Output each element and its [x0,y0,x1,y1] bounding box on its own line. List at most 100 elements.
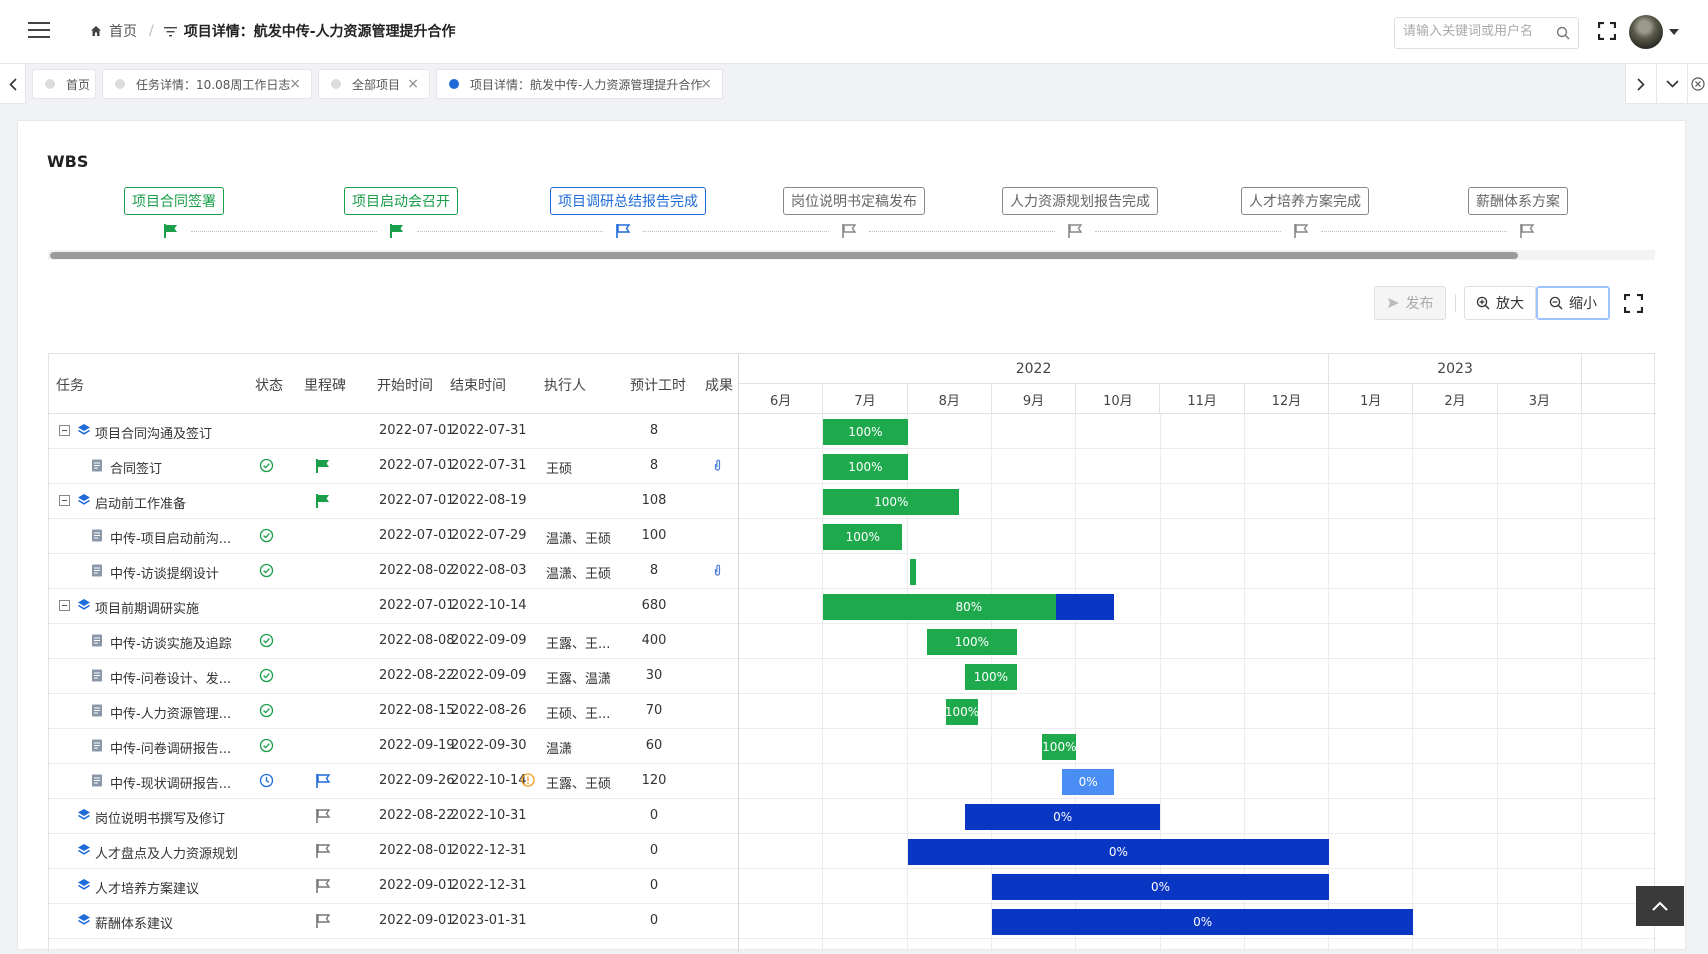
milestone-label[interactable]: 项目启动会召开 [344,187,458,215]
task-name[interactable]: 中传-访谈提纲设计 [110,563,219,582]
task-name[interactable]: 中传-问卷调研报告... [110,738,231,757]
task-name[interactable]: 薪酬体系建议 [95,913,173,932]
table-row[interactable]: 人才培养方案建议 2022-09-01 2022-12-31 0 [49,869,739,904]
milestone-label[interactable]: 项目合同签署 [124,187,224,215]
gantt-bar[interactable]: 100% [1042,734,1077,760]
fullscreen-icon[interactable] [1598,22,1616,40]
col-hours[interactable]: 预计工时 [630,375,686,395]
layers-icon [78,494,90,505]
task-name[interactable]: 中传-项目启动前沟... [110,528,231,547]
avatar[interactable] [1629,15,1663,49]
gantt-bar-label: 100% [1042,740,1077,754]
milestone-label[interactable]: 项目调研总结报告完成 [550,187,706,215]
milestone-connector [191,231,377,232]
gantt-bar[interactable]: 100% [823,489,960,515]
milestone-label[interactable]: 薪酬体系方案 [1468,187,1568,215]
gantt-fullscreen-icon[interactable] [1624,294,1643,313]
gantt-bar[interactable]: 0% [1062,769,1115,795]
col-end[interactable]: 结束时间 [450,375,506,395]
gantt-bar[interactable]: 100% [823,419,908,445]
tab-home[interactable]: 首页 [32,69,96,99]
collapse-toggle-icon[interactable] [59,495,70,506]
tab-task-detail[interactable]: 任务详情：10.08周工作日志 × [102,69,312,99]
attachment-icon [714,459,721,471]
task-name[interactable]: 人才盘点及人力资源规划 [95,843,238,862]
table-row[interactable]: 中传-问卷调研报告... 2022-09-19 2022-09-30 温潇 60 [49,729,739,764]
task-name[interactable]: 合同签订 [110,458,162,477]
task-name[interactable]: 启动前工作准备 [95,493,186,512]
gantt-bar[interactable]: 0% [964,804,1161,830]
col-task[interactable]: 任务 [56,375,84,395]
close-icon[interactable]: × [700,76,712,92]
table-row[interactable]: 人才盘点及人力资源规划 2022-08-01 2022-12-31 0 [49,834,739,869]
zoom-in-icon [1476,296,1490,310]
cell-hours: 8 [649,423,659,438]
search-icon[interactable] [1556,26,1570,40]
menu-icon[interactable] [28,22,50,38]
publish-button[interactable]: 发布 [1374,286,1446,320]
tabs-bar: 首页 任务详情：10.08周工作日志 × 全部项目 × 项目详情：航发中传-人力… [0,64,1708,104]
gantt-bar[interactable]: 100% [945,699,979,725]
gantt-bar[interactable]: 80% [823,594,1115,620]
zoom-out-button[interactable]: 缩小 [1536,286,1610,320]
task-name[interactable]: 中传-现状调研报告... [110,773,231,792]
table-row[interactable]: 薪酬体系建议 2022-09-01 2023-01-31 0 [49,904,739,939]
gantt-bar[interactable]: 0% [907,839,1330,865]
task-name[interactable]: 项目合同沟通及签订 [95,423,212,442]
gantt-row: 100% [739,729,1656,764]
zoom-in-button[interactable]: 放大 [1464,286,1536,320]
task-name[interactable]: 中传-访谈实施及追踪 [110,633,232,652]
gantt-bar-label: 0% [1108,845,1128,859]
scrollbar-thumb[interactable] [50,252,1518,259]
tabs-scroll-right[interactable] [1625,64,1656,104]
close-icon[interactable]: × [289,76,301,92]
table-row[interactable]: 启动前工作准备 2022-07-01 2022-08-19 108 [49,484,739,519]
gantt-bar[interactable]: 0% [991,909,1414,935]
gantt-bar[interactable]: 100% [823,454,908,480]
milestone-scrollbar[interactable] [48,250,1655,260]
col-milestone[interactable]: 里程碑 [304,375,346,395]
table-row[interactable]: 岗位说明书撰写及修订 2022-08-22 2022-10-31 0 [49,799,739,834]
collapse-toggle-icon[interactable] [59,425,70,436]
tabs-more[interactable] [1656,64,1687,104]
search-input[interactable] [1403,24,1553,39]
gantt-bar[interactable]: 100% [926,629,1018,655]
milestone-label[interactable]: 人力资源规划报告完成 [1002,187,1158,215]
gantt-bar[interactable] [910,559,916,585]
table-row[interactable]: 项目前期调研实施 2022-07-01 2022-10-14 680 [49,589,739,624]
col-start[interactable]: 开始时间 [377,375,433,395]
caret-down-icon[interactable] [1669,29,1679,35]
table-row[interactable]: 中传-问卷设计、发... 2022-08-22 2022-09-09 王露、温潇 30 [49,659,739,694]
tab-all-projects[interactable]: 全部项目 × [318,69,430,99]
breadcrumb-separator: / [149,23,154,39]
table-row[interactable]: 中传-项目启动前沟... 2022-07-01 2022-07-29 温潇、王硕 100 [49,519,739,554]
task-name[interactable]: 中传-问卷设计、发... [110,668,231,687]
task-name[interactable]: 岗位说明书撰写及修订 [95,808,225,827]
milestone-label[interactable]: 岗位说明书定稿发布 [783,187,925,215]
tabs-scroll-left[interactable] [0,64,26,104]
send-icon [1387,298,1399,308]
table-row[interactable]: 合同签订 2022-07-01 2022-07-31 王硕 8 [49,449,739,484]
tabs-close-all[interactable] [1687,64,1708,104]
table-row[interactable]: 中传-人力资源管理... 2022-08-15 2022-08-26 王硕、王... 7… [49,694,739,729]
table-row[interactable]: 中传-现状调研报告... 2022-09-26 2022-10-14 王露、王硕 120 [49,764,739,799]
gantt-bar[interactable]: 100% [964,664,1018,690]
task-name[interactable]: 中传-人力资源管理... [110,703,231,722]
back-to-top-button[interactable] [1636,886,1684,926]
task-name[interactable]: 项目前期调研实施 [95,598,199,617]
tab-project-detail[interactable]: 项目详情：航发中传-人力资源管理提升合作 × [436,69,723,99]
close-icon[interactable]: × [407,76,419,92]
milestone-label[interactable]: 人才培养方案完成 [1241,187,1369,215]
col-owner[interactable]: 执行人 [544,375,586,395]
col-status[interactable]: 状态 [255,375,283,395]
col-output[interactable]: 成果 [705,375,733,395]
table-row[interactable]: 中传-访谈实施及追踪 2022-08-08 2022-09-09 王露、王... 400 [49,624,739,659]
gantt-bar[interactable]: 100% [823,524,903,550]
gantt-bar[interactable]: 0% [991,874,1330,900]
collapse-toggle-icon[interactable] [59,600,70,611]
task-name[interactable]: 人才培养方案建议 [95,878,199,897]
breadcrumb-home[interactable]: 首页 [90,21,137,41]
table-row[interactable]: 中传-访谈提纲设计 2022-08-02 2022-08-03 温潇、王硕 8 [49,554,739,589]
table-row[interactable]: 项目合同沟通及签订 2022-07-01 2022-07-31 8 [49,414,739,449]
cell-hours: 70 [645,703,663,718]
